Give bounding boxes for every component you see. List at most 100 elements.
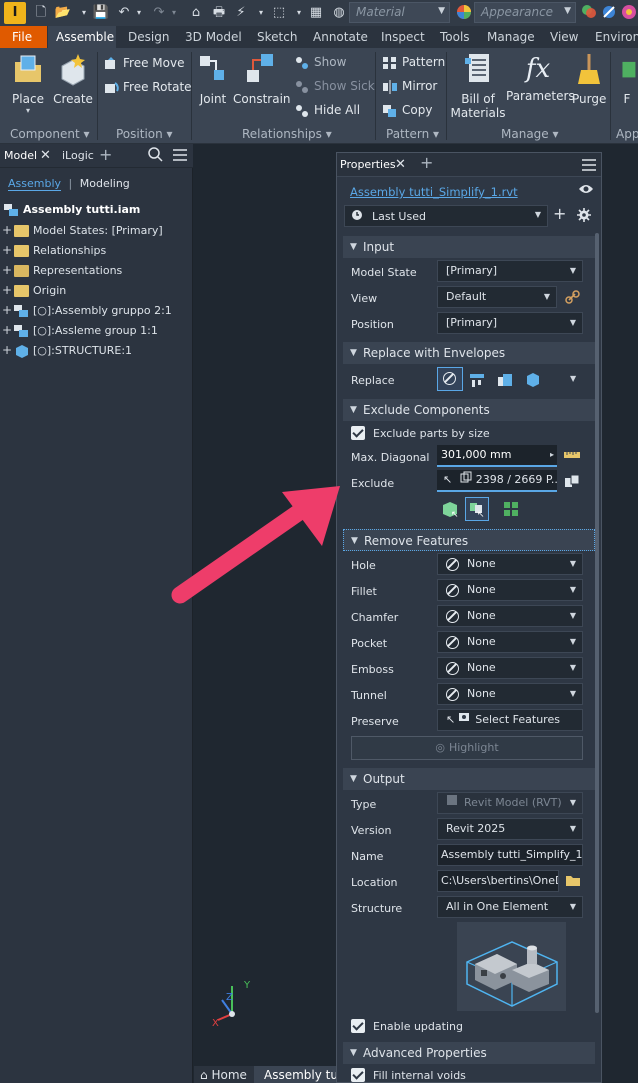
chevron-right-icon[interactable]: ▸ [550,445,554,465]
tab-sketch[interactable]: Sketch [257,26,297,48]
highlight-button[interactable]: ◎ Highlight [351,736,583,760]
save-icon[interactable]: 💾 [92,4,110,22]
joint-button[interactable]: Joint [196,52,230,106]
free-move-button[interactable]: Free Move [103,53,184,73]
panel-label-position[interactable]: Position ▾ [116,127,173,141]
material-dropdown[interactable]: Material ▼ [349,2,450,23]
section-output[interactable]: ▼ Output [343,768,595,790]
tunnel-dropdown[interactable]: None ▼ [437,683,583,705]
select-dropdown-icon[interactable]: ▾ [290,4,308,22]
tab-model[interactable]: Model [4,149,37,162]
expand-icon[interactable]: + [2,320,12,340]
create-button[interactable]: Create [52,52,94,106]
gear-icon[interactable] [577,208,591,225]
section-advanced-properties[interactable]: ▼ Advanced Properties [343,1042,595,1064]
open-folder-icon[interactable]: 📂 [54,4,72,22]
section-input[interactable]: ▼ Input [343,236,595,258]
app-logo[interactable]: I [4,2,26,24]
select-parts-icon[interactable]: ↖ [441,500,459,521]
add-tab-icon[interactable]: + [99,145,112,164]
tab-tools[interactable]: Tools [440,26,470,48]
appearance-dropdown[interactable]: Appearance ▼ [474,2,576,23]
properties-tab[interactable]: Properties [340,158,396,171]
tree-item-model-states[interactable]: + Model States: [Primary] [2,220,163,240]
panel-label-pattern[interactable]: Pattern ▾ [386,127,439,141]
tab-inspect[interactable]: Inspect [381,26,425,48]
chevron-down-icon[interactable]: ▼ [570,374,576,383]
envelope-cylinder-icon[interactable] [525,372,541,391]
link-icon[interactable] [565,290,581,307]
document-tab[interactable]: Assembly tutt [254,1066,336,1083]
menu-icon[interactable] [582,159,596,174]
measure-icon[interactable]: ▦ [307,4,325,22]
name-input[interactable]: Assembly tutti_Simplify_1 [437,844,583,866]
section-replace-envelopes[interactable]: ▼ Replace with Envelopes [343,342,595,364]
structure-dropdown[interactable]: All in One Element ▼ [437,896,583,918]
close-icon[interactable]: ✕ [40,148,51,163]
material-ball-icon[interactable]: ◍ [330,4,348,22]
pocket-dropdown[interactable]: None ▼ [437,631,583,653]
expand-icon[interactable]: + [2,300,12,320]
section-exclude-components[interactable]: ▼ Exclude Components [343,399,595,421]
tab-3d-model[interactable]: 3D Model [185,26,242,48]
panel-label-manage[interactable]: Manage ▾ [501,127,559,141]
exclude-selection-field[interactable]: ↖ 2398 / 2669 P... [437,470,557,492]
undo-dropdown-icon[interactable]: ▾ [130,4,148,22]
close-icon[interactable]: ✕ [395,157,406,172]
tab-assemble[interactable]: Assemble [48,26,116,48]
subtab-assembly[interactable]: Assembly [8,177,62,191]
clear-appearance-icon[interactable] [600,4,618,22]
location-input[interactable]: C:\Users\bertins\OneDri [437,870,559,892]
replace-none-button[interactable] [437,367,463,391]
pattern-button[interactable]: Pattern [382,52,445,72]
place-button[interactable]: Place ▾ [8,52,48,115]
mirror-button[interactable]: Mirror [382,76,437,96]
constrain-button[interactable]: Constrain [233,52,291,106]
panel-label-relationships[interactable]: Relationships ▾ [242,127,332,141]
color-override-icon[interactable] [620,4,638,22]
exclude-by-size-checkbox[interactable] [351,426,365,440]
free-rotate-button[interactable]: Free Rotate [103,77,192,97]
tab-annotate[interactable]: Annotate [313,26,368,48]
add-preset-icon[interactable]: + [553,204,566,223]
update-dropdown-icon[interactable]: ▾ [252,4,270,22]
purge-button[interactable]: Purge [572,52,606,106]
emboss-dropdown[interactable]: None ▼ [437,657,583,679]
panel-label-component[interactable]: Component ▾ [10,127,90,141]
file-link[interactable]: Assembly tutti_Simplify_1.rvt [350,185,518,199]
tab-view[interactable]: View [550,26,578,48]
home-tab[interactable]: ⌂ Home [200,1068,247,1082]
tree-item-relationships[interactable]: + Relationships [2,240,106,260]
expand-icon[interactable]: + [2,240,12,260]
menu-icon[interactable] [173,149,187,164]
model-state-dropdown[interactable]: [Primary] ▼ [437,260,583,282]
fillet-dropdown[interactable]: None ▼ [437,579,583,601]
tree-item-structure[interactable]: + [○]:STRUCTURE:1 [2,340,132,360]
update-icon[interactable]: ⚡ [232,4,250,22]
adjust-appearance-icon[interactable] [580,4,598,22]
properties-scrollbar[interactable] [595,233,599,1013]
eye-icon[interactable] [578,183,594,198]
select-components-button[interactable]: ↖ [465,497,489,521]
chamfer-dropdown[interactable]: None ▼ [437,605,583,627]
output-type-dropdown[interactable]: Revit Model (RVT) ▼ [437,792,583,814]
tree-root[interactable]: Assembly tutti.iam [2,200,140,220]
max-diagonal-input[interactable]: 301,000 mm ▸ [437,445,557,467]
parameters-button[interactable]: fx Parameters [506,52,575,103]
component-filter-icon[interactable] [564,473,580,492]
position-dropdown[interactable]: [Primary] ▼ [437,312,583,334]
expand-icon[interactable]: + [2,260,12,280]
fill-voids-checkbox[interactable] [351,1068,365,1082]
tab-file[interactable]: File [0,26,47,48]
app-panel-button[interactable]: F [616,52,638,106]
expand-icon[interactable]: + [2,220,12,240]
tree-item-representations[interactable]: + Representations [2,260,122,280]
expand-icon[interactable]: + [2,280,12,300]
section-remove-features[interactable]: ▼ Remove Features [343,529,595,551]
appearance-icon[interactable] [455,4,473,22]
open-dropdown-icon[interactable]: ▾ [75,4,93,22]
bill-of-materials-button[interactable]: Bill of Materials [450,52,506,120]
preset-dropdown[interactable]: Last Used ▼ [344,205,548,227]
envelope-box-icon[interactable] [497,372,513,391]
measure-tape-icon[interactable] [563,448,581,465]
